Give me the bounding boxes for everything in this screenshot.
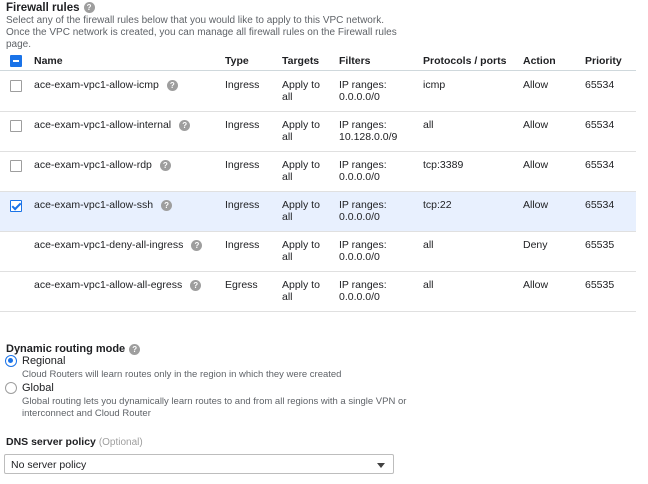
- firewall-rules-title: Firewall rules?: [6, 2, 95, 14]
- rule-name: ace-exam-vpc1-allow-internal?: [34, 119, 219, 131]
- column-header-action[interactable]: Action: [523, 55, 556, 67]
- table-row[interactable]: ace-exam-vpc1-allow-icmp? Ingress Apply to…: [0, 72, 636, 112]
- rule-name-text: ace-exam-vpc1-deny-all-ingress: [34, 239, 184, 251]
- help-icon[interactable]: ?: [166, 79, 178, 91]
- rule-filters: IP ranges: 0.0.0.0/0: [339, 279, 387, 303]
- rule-name: ace-exam-vpc1-allow-ssh?: [34, 199, 219, 211]
- row-checkbox-cell[interactable]: [10, 120, 22, 135]
- column-header-priority[interactable]: Priority: [585, 55, 622, 67]
- table-row[interactable]: ace-exam-vpc1-allow-internal? Ingress Appl…: [0, 112, 636, 152]
- rule-name-text: ace-exam-vpc1-allow-rdp: [34, 159, 152, 171]
- dynamic-routing-title: Dynamic routing mode?: [6, 343, 141, 355]
- rule-name-text: ace-exam-vpc1-allow-internal: [34, 119, 172, 131]
- rule-type: Ingress: [225, 79, 260, 91]
- rule-priority: 65534: [585, 79, 615, 91]
- row-checkbox[interactable]: [10, 160, 22, 172]
- column-header-type[interactable]: Type: [225, 55, 249, 67]
- rule-targets: Apply to all: [282, 239, 320, 263]
- rule-action: Deny: [523, 239, 548, 251]
- regional-label[interactable]: Regional: [22, 355, 65, 367]
- column-header-filters[interactable]: Filters: [339, 55, 421, 67]
- dynamic-routing-title-text: Dynamic routing mode: [6, 343, 126, 355]
- caret-down-icon: [377, 463, 385, 468]
- rule-type: Ingress: [225, 239, 260, 251]
- rule-protocols-ports: tcp:3389: [423, 159, 464, 171]
- rule-protocols-ports: all: [423, 279, 434, 291]
- dns-policy-title: DNS server policy (Optional): [6, 436, 143, 448]
- rule-filters: IP ranges: 10.128.0.0/9: [339, 119, 398, 143]
- help-icon[interactable]: ?: [161, 199, 173, 211]
- help-icon[interactable]: ?: [159, 159, 171, 171]
- rule-targets: Apply to all: [282, 119, 320, 143]
- rule-name: ace-exam-vpc1-deny-all-ingress?: [34, 239, 219, 251]
- dns-policy-optional: (Optional): [98, 437, 143, 448]
- rule-protocols-ports: icmp: [423, 79, 446, 91]
- rule-action: Allow: [523, 79, 549, 91]
- help-icon[interactable]: ?: [190, 279, 202, 291]
- rule-priority: 65534: [585, 199, 615, 211]
- row-checkbox[interactable]: [10, 120, 22, 132]
- regional-radio[interactable]: [5, 355, 17, 367]
- rule-filters: IP ranges: 0.0.0.0/0: [339, 199, 387, 223]
- column-header-name[interactable]: Name: [34, 55, 219, 67]
- rule-action: Allow: [523, 119, 549, 131]
- rule-action: Allow: [523, 159, 549, 171]
- rule-name-text: ace-exam-vpc1-allow-all-egress: [34, 279, 183, 291]
- row-checkbox-cell[interactable]: [10, 200, 22, 215]
- dns-policy-title-text: DNS server policy: [6, 436, 96, 448]
- rule-priority: 65534: [585, 119, 615, 131]
- row-checkbox[interactable]: [10, 200, 22, 212]
- firewall-rules-description: Select any of the firewall rules below t…: [6, 15, 397, 50]
- help-icon[interactable]: ?: [129, 343, 141, 355]
- global-description: Global routing lets you dynamically lear…: [22, 396, 407, 419]
- rule-targets: Apply to all: [282, 159, 320, 183]
- rule-name-text: ace-exam-vpc1-allow-icmp: [34, 79, 159, 91]
- rule-priority: 65535: [585, 239, 615, 251]
- row-checkbox-cell[interactable]: [10, 160, 22, 175]
- help-icon[interactable]: ?: [179, 119, 191, 131]
- rule-name: ace-exam-vpc1-allow-icmp?: [34, 79, 219, 91]
- rule-type: Egress: [225, 279, 258, 291]
- table-row[interactable]: ace-exam-vpc1-allow-all-egress? Egress App…: [0, 272, 636, 312]
- firewall-rules-title-text: Firewall rules: [6, 2, 80, 14]
- rule-action: Allow: [523, 279, 549, 291]
- rule-protocols-ports: all: [423, 119, 434, 131]
- rule-type: Ingress: [225, 159, 260, 171]
- select-all-checkbox[interactable]: [10, 55, 22, 67]
- rule-name: ace-exam-vpc1-allow-all-egress?: [34, 279, 219, 291]
- rule-protocols-ports: all: [423, 239, 434, 251]
- rule-targets: Apply to all: [282, 279, 320, 303]
- rule-action: Allow: [523, 199, 549, 211]
- rule-targets: Apply to all: [282, 79, 320, 103]
- rule-filters: IP ranges: 0.0.0.0/0: [339, 79, 387, 103]
- dns-policy-select[interactable]: No server policy: [4, 454, 394, 474]
- global-label[interactable]: Global: [22, 382, 54, 394]
- rule-priority: 65535: [585, 279, 615, 291]
- row-checkbox[interactable]: [10, 80, 22, 92]
- table-row[interactable]: ace-exam-vpc1-allow-rdp? Ingress Apply to …: [0, 152, 636, 192]
- help-icon[interactable]: ?: [83, 2, 95, 14]
- column-header-protocols-ports[interactable]: Protocols / ports: [423, 55, 506, 67]
- rule-name-text: ace-exam-vpc1-allow-ssh: [34, 199, 154, 211]
- column-header-targets[interactable]: Targets: [282, 55, 332, 67]
- rule-protocols-ports: tcp:22: [423, 199, 452, 211]
- rule-type: Ingress: [225, 119, 260, 131]
- table-header-row: Name Type Targets Filters Protocols / po…: [0, 51, 636, 71]
- help-icon[interactable]: ?: [191, 239, 203, 251]
- row-checkbox-cell[interactable]: [10, 80, 22, 95]
- select-all-checkbox-cell[interactable]: [10, 55, 22, 70]
- regional-description: Cloud Routers will learn routes only in …: [22, 369, 342, 380]
- rule-filters: IP ranges: 0.0.0.0/0: [339, 159, 387, 183]
- rule-priority: 65534: [585, 159, 615, 171]
- rule-filters: IP ranges: 0.0.0.0/0: [339, 239, 387, 263]
- table-row[interactable]: ace-exam-vpc1-allow-ssh? Ingress Apply to …: [0, 192, 636, 232]
- dns-policy-value: No server policy: [11, 459, 87, 471]
- rule-name: ace-exam-vpc1-allow-rdp?: [34, 159, 219, 171]
- global-radio[interactable]: [5, 382, 17, 394]
- rule-type: Ingress: [225, 199, 260, 211]
- rule-targets: Apply to all: [282, 199, 320, 223]
- table-row[interactable]: ace-exam-vpc1-deny-all-ingress? Ingress Ap…: [0, 232, 636, 272]
